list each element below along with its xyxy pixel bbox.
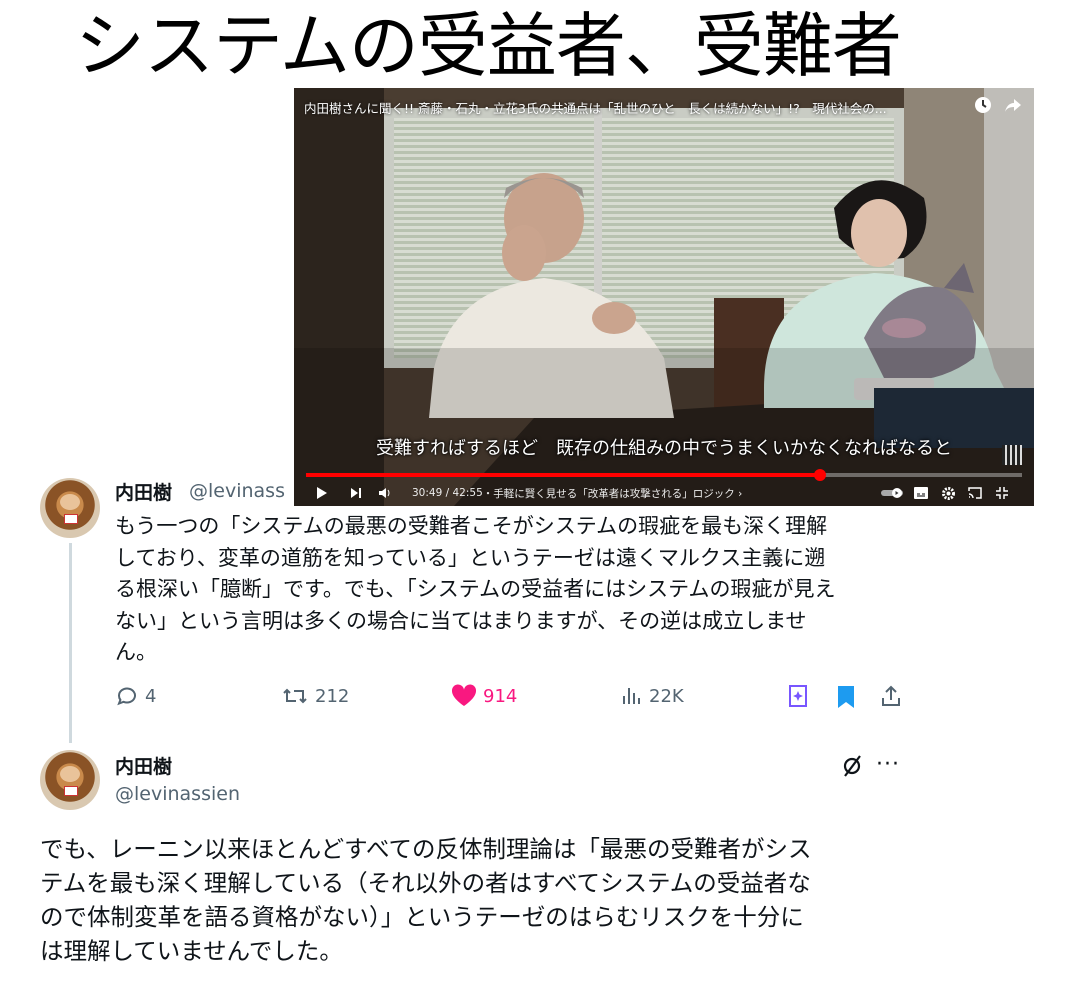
author-handle[interactable]: @levinassien — [115, 783, 240, 805]
tweet-line: ない」という言明は多くの場合に当てはまりますが、その逆は成立しませ — [115, 608, 807, 633]
tweet-line: は理解していませんでした。 — [40, 937, 343, 965]
document-sparkle-icon — [789, 685, 807, 707]
retweet-count: 212 — [315, 685, 350, 707]
bookmark-icon — [838, 686, 854, 708]
tweet-line: ん。 — [115, 640, 157, 664]
heart-icon — [451, 684, 477, 706]
tweet-text: でも、レーニン以来ほとんどすべての反体制理論は「最悪の受難者がシス テムを最も深… — [40, 832, 900, 968]
more-options-button[interactable]: ··· — [876, 752, 900, 777]
volume-icon[interactable] — [378, 483, 392, 503]
video-top-icons — [974, 96, 1022, 114]
autoplay-toggle-icon[interactable] — [880, 483, 904, 503]
captions-icon[interactable] — [914, 483, 928, 503]
retweet-icon — [283, 688, 307, 704]
author-handle[interactable]: @levinass — [189, 480, 285, 502]
bookmark-button[interactable] — [835, 684, 857, 710]
grok-icon[interactable] — [840, 753, 864, 783]
reply-count: 4 — [145, 685, 157, 707]
views-count: 22K — [649, 685, 684, 707]
author-name[interactable]: 内田樹 — [115, 478, 172, 505]
share-button[interactable] — [879, 684, 903, 708]
video-player[interactable]: 内田樹さんに聞く!! 斎藤・石丸・立花3氏の共通点は「乱世のひと 長くは続かない… — [294, 88, 1034, 506]
video-title[interactable]: 内田樹さんに聞く!! 斎藤・石丸・立花3氏の共通点は「乱世のひと 長くは続かない… — [304, 98, 984, 117]
grok-summary-button[interactable] — [787, 684, 809, 708]
avatar[interactable] — [40, 750, 100, 810]
settings-icon[interactable] — [942, 483, 955, 503]
tweet-line: もう一つの「システムの最悪の受難者こそがシステムの瑕疵を最も深く理解 — [115, 514, 828, 538]
avatar[interactable] — [40, 478, 100, 538]
headline: システムの受益者、受難者 — [75, 5, 902, 87]
views-icon — [623, 688, 640, 704]
tweet-line: る根深い「臆断」です。でも、「システムの受益者にはシステムの瑕疵が見え — [115, 577, 836, 601]
time-current: 30:49 — [412, 487, 443, 499]
video-caption: 受難すればするほど 既存の仕組みの中でうまくいかなくなればなると — [376, 438, 952, 459]
reply-button[interactable]: 4 — [115, 684, 156, 708]
tweet-actions: 4 212 914 22K — [115, 684, 915, 714]
reply-icon — [117, 687, 136, 706]
tweet-line: テムを最も深く理解している（それ以外の者はすべてシステムの受益者な — [40, 869, 811, 897]
clock-icon[interactable] — [974, 96, 992, 114]
like-button[interactable]: 914 — [451, 684, 517, 708]
progress-played — [306, 473, 821, 477]
time-display: 30:49 / 42:55 ・手軽に賢く見せる「改革者は攻撃される」ロジック › — [412, 486, 743, 501]
qr-code-icon — [1002, 445, 1022, 465]
next-icon[interactable] — [350, 483, 362, 503]
views-button[interactable]: 22K — [619, 684, 684, 708]
tweet-line: しており、変革の道筋を知っている」というテーゼは遠くマルクス主義に遡 — [115, 545, 826, 570]
tweet-text: もう一つの「システムの最悪の受難者こそがシステムの瑕疵を最も深く理解 しており、… — [115, 511, 905, 669]
thread-line — [69, 543, 72, 743]
player-controls: 30:49 / 42:55 ・手軽に賢く見せる「改革者は攻撃される」ロジック › — [306, 483, 1022, 503]
tweet-line: でも、レーニン以来ほとんどすべての反体制理論は「最悪の受難者がシス — [40, 835, 812, 863]
like-count: 914 — [483, 685, 518, 707]
author-name[interactable]: 内田樹 — [115, 752, 172, 779]
time-total: 42:55 — [452, 487, 483, 499]
share-icon — [882, 685, 900, 706]
tweet-line: ので体制変革を語る資格がない）」というテーゼのはらむリスクを十分に — [40, 903, 804, 931]
progress-bar[interactable] — [306, 469, 1022, 481]
chapter-title[interactable]: ・手軽に賢く見せる「改革者は攻撃される」ロジック › — [483, 486, 743, 501]
play-icon[interactable] — [316, 483, 328, 503]
retweet-button[interactable]: 212 — [281, 684, 349, 708]
cast-icon[interactable] — [968, 483, 982, 503]
progress-scrubber[interactable] — [814, 469, 827, 481]
exit-fullscreen-icon[interactable] — [996, 483, 1008, 503]
share-icon[interactable] — [1004, 96, 1022, 114]
